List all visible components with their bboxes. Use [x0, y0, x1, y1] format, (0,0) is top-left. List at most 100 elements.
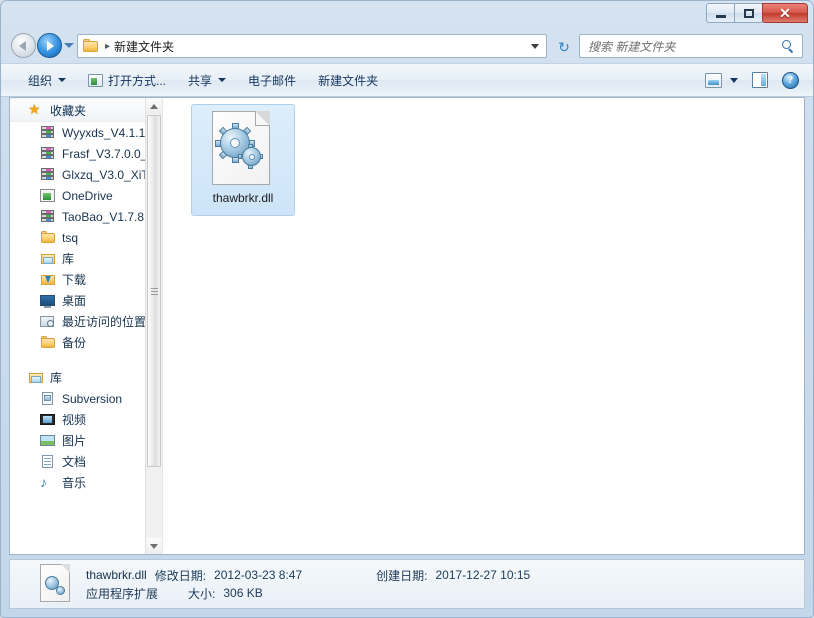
window-controls: ✕ — [706, 3, 808, 23]
sidebar-item-label: 音乐 — [62, 476, 87, 490]
sidebar-item-label: 下载 — [62, 273, 87, 287]
sidebar-item-label: 备份 — [62, 336, 87, 350]
forward-button[interactable] — [37, 33, 62, 58]
dll-icon — [212, 111, 274, 185]
sidebar-item-recent-places[interactable]: 最近访问的位置 — [10, 311, 162, 332]
folder-icon — [40, 335, 56, 351]
forward-arrow-icon — [47, 40, 54, 51]
sidebar-item-label: 桌面 — [62, 294, 87, 308]
sidebar-item-label: 图片 — [62, 434, 87, 448]
email-label: 电子邮件 — [248, 73, 297, 88]
sidebar-item-backup[interactable]: 备份 — [10, 332, 162, 353]
refresh-button[interactable]: ↻ — [555, 38, 573, 56]
details-file-type: 应用程序扩展 — [86, 586, 159, 601]
sidebar-item-desktop[interactable]: 桌面 — [10, 290, 162, 311]
subversion-icon — [40, 391, 56, 407]
sidebar-header-libraries[interactable]: 库 — [10, 367, 162, 388]
file-name-label: thawbrkr.dll — [212, 191, 274, 205]
file-list-pane[interactable]: thawbrkr.dll — [163, 98, 804, 554]
sidebar-item-frasf[interactable]: Frasf_V3.7.0.0_X — [10, 143, 162, 164]
details-text: thawbrkr.dll 修改日期: 2012-03-23 8:47 创建日期:… — [86, 566, 538, 602]
address-bar[interactable]: ▸ 新建文件夹 — [77, 34, 547, 58]
minimize-button[interactable] — [706, 3, 735, 23]
sidebar-item-downloads[interactable]: 下载 — [10, 269, 162, 290]
file-item-thawbrkr-dll[interactable]: thawbrkr.dll — [191, 104, 295, 216]
help-icon[interactable]: ? — [782, 71, 799, 89]
sidebar-item-label: 视频 — [62, 413, 87, 427]
scroll-down-button[interactable] — [146, 538, 162, 554]
download-icon — [40, 272, 56, 288]
sidebar-item-tsq[interactable]: tsq — [10, 227, 162, 248]
new-folder-button[interactable]: 新建文件夹 — [309, 68, 387, 92]
sidebar-item-subversion[interactable]: Subversion — [10, 388, 162, 409]
sidebar-item-label: 最近访问的位置 — [62, 315, 147, 329]
scrollbar-thumb[interactable] — [147, 115, 161, 467]
share-label: 共享 — [188, 73, 213, 88]
sidebar-item-label: Subversion — [62, 391, 123, 406]
sidebar-item-label: Wyyxds_V4.1.1. — [62, 125, 149, 140]
sidebar-item-onedrive[interactable]: OneDrive — [10, 185, 162, 206]
change-view-icon[interactable] — [705, 72, 722, 88]
organize-label: 组织 — [28, 73, 53, 88]
sidebar-item-library-fav[interactable]: 库 — [10, 248, 162, 269]
sidebar-item-label: tsq — [62, 230, 79, 245]
chevron-down-icon[interactable] — [531, 43, 539, 49]
scroll-up-button[interactable] — [146, 98, 162, 114]
back-button[interactable] — [11, 33, 36, 58]
sidebar-item-taobao[interactable]: TaoBao_V1.7.8. — [10, 206, 162, 227]
details-modified-value: 2012-03-23 8:47 — [214, 568, 303, 582]
archive-icon — [40, 146, 56, 162]
search-input[interactable]: 搜索 新建文件夹 — [588, 38, 675, 55]
new-folder-label: 新建文件夹 — [318, 73, 379, 88]
history-dropdown-icon[interactable] — [64, 43, 74, 48]
chevron-down-icon — [58, 78, 67, 82]
details-line-1: thawbrkr.dll 修改日期: 2012-03-23 8:47 创建日期:… — [86, 566, 538, 584]
open-with-label: 打开方式... — [108, 73, 167, 88]
chevron-down-icon — [218, 78, 227, 82]
explorer-window: ✕ ▸ 新建文件夹 ↻ 搜索 新建文件夹 组织 打开方式... 共享 电子邮件 … — [0, 0, 814, 618]
sidebar-item-label: Glxzq_V3.0_XiTo — [62, 167, 155, 182]
email-button[interactable]: 电子邮件 — [239, 68, 305, 92]
sidebar-item-label: 文档 — [62, 455, 87, 469]
sidebar-item-pictures[interactable]: 图片 — [10, 430, 162, 451]
minimize-icon — [715, 15, 726, 18]
search-icon — [782, 39, 795, 53]
details-file-name: thawbrkr.dll — [86, 568, 147, 582]
details-modified-label: 修改日期: — [154, 568, 207, 583]
breadcrumb-current[interactable]: 新建文件夹 — [114, 38, 174, 55]
document-icon — [40, 454, 56, 470]
details-created-label: 创建日期: — [376, 568, 428, 583]
chevron-down-icon[interactable] — [730, 77, 738, 83]
video-icon — [40, 412, 56, 428]
sidebar-item-label: Frasf_V3.7.0.0_X — [62, 146, 156, 161]
dll-icon — [40, 564, 74, 604]
organize-button[interactable]: 组织 — [19, 68, 75, 92]
archive-icon — [40, 167, 56, 183]
toolbar-right-group: ? — [705, 71, 799, 89]
close-button[interactable]: ✕ — [762, 3, 808, 23]
sidebar-item-wyyxds[interactable]: Wyyxds_V4.1.1. — [10, 122, 162, 143]
sidebar-header-favorites[interactable]: ★ 收藏夹 — [10, 98, 162, 122]
sidebar-scrollbar[interactable] — [145, 98, 162, 554]
search-box[interactable]: 搜索 新建文件夹 — [579, 34, 803, 58]
navigation-bar: ▸ 新建文件夹 ↻ 搜索 新建文件夹 — [1, 29, 813, 63]
maximize-button[interactable] — [734, 3, 763, 23]
favorites-label: 收藏夹 — [50, 103, 87, 118]
explorer-body: ★ 收藏夹 Wyyxds_V4.1.1. Frasf_V3.7.0.0_X Gl… — [9, 97, 805, 555]
sidebar-item-videos[interactable]: 视频 — [10, 409, 162, 430]
open-with-button[interactable]: 打开方式... — [79, 68, 175, 92]
title-bar: ✕ — [1, 1, 813, 29]
maximize-icon — [743, 8, 754, 18]
sidebar-item-glxzq[interactable]: Glxzq_V3.0_XiTo — [10, 164, 162, 185]
preview-pane-icon[interactable] — [752, 72, 768, 88]
library-icon — [40, 251, 56, 267]
back-arrow-icon — [19, 40, 26, 51]
sidebar-item-documents[interactable]: 文档 — [10, 451, 162, 472]
sidebar-item-music[interactable]: ♪ 音乐 — [10, 472, 162, 493]
share-button[interactable]: 共享 — [179, 68, 235, 92]
open-with-icon — [88, 73, 104, 87]
folder-icon — [83, 39, 99, 53]
sidebar-item-label: OneDrive — [62, 188, 113, 203]
chevron-up-icon — [150, 103, 158, 109]
archive-icon — [40, 125, 56, 141]
